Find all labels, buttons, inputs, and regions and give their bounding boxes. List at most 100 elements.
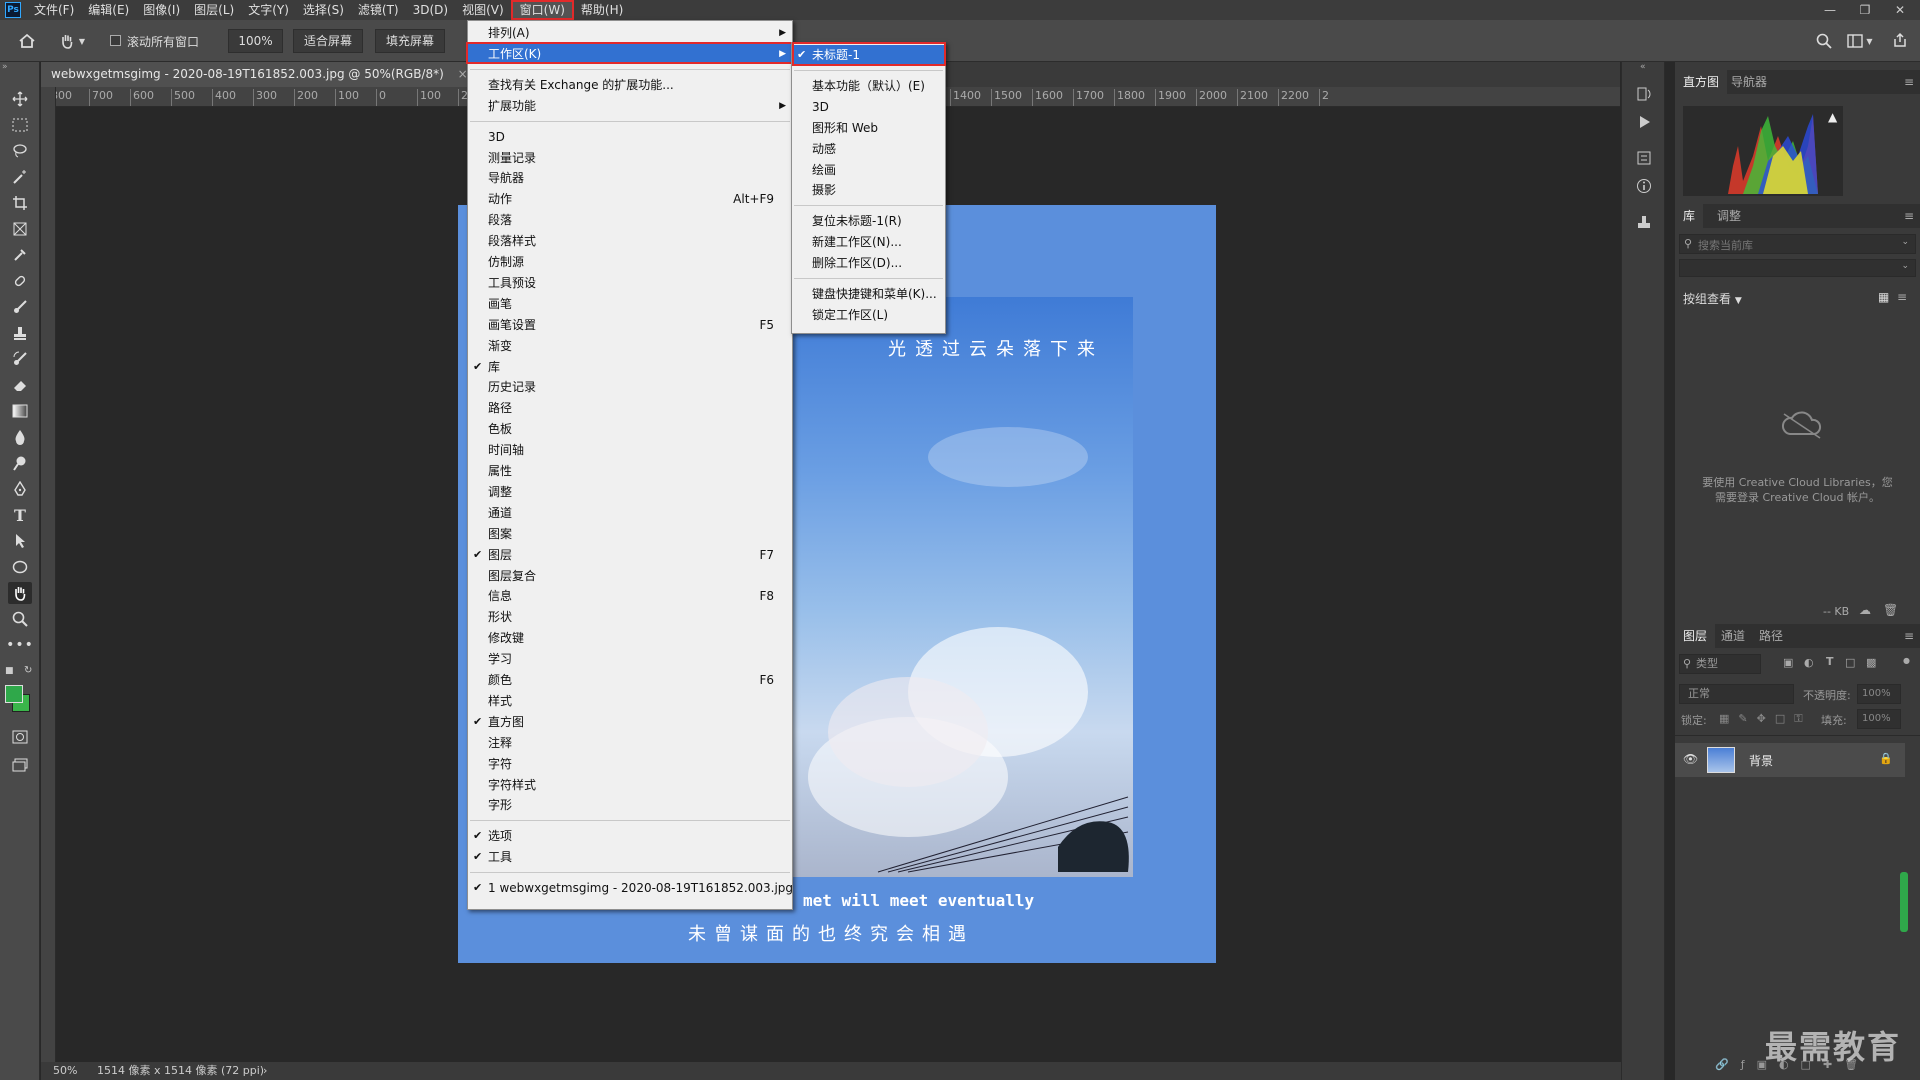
library-search-box[interactable]: ⚲ 搜索当前库 ⌄ [1679, 234, 1916, 254]
workspace-menu-item[interactable]: 摄影 [792, 180, 945, 200]
window-menu-item[interactable]: 修改键 [468, 628, 792, 648]
menu-5[interactable]: 选择(S) [296, 0, 351, 20]
move-tool-icon[interactable] [8, 88, 32, 110]
tab-histogram[interactable]: 直方图 [1675, 70, 1728, 94]
window-menu-item[interactable]: 查找有关 Exchange 的扩展功能... [468, 75, 792, 95]
window-menu-item[interactable]: 图案 [468, 524, 792, 544]
window-menu-item[interactable]: 路径 [468, 398, 792, 418]
window-menu-item[interactable]: 字符 [468, 754, 792, 774]
clone-stamp-tool-icon[interactable] [8, 322, 32, 344]
lasso-tool-icon[interactable] [8, 140, 32, 162]
window-menu-item[interactable]: ✔ 库 [468, 357, 792, 377]
collapse-icon[interactable]: » [2, 62, 8, 72]
window-menu-item[interactable]: 字符样式 [468, 775, 792, 795]
fill-input[interactable]: 100% [1857, 709, 1901, 729]
workspace-menu-item[interactable]: 3D [792, 97, 945, 117]
window-menu-item[interactable]: 段落样式 [468, 231, 792, 251]
share-icon[interactable] [1890, 31, 1910, 49]
fit-screen-button[interactable]: 适合屏幕 [293, 29, 363, 53]
window-menu-item[interactable]: 排列(A) ▶ [468, 23, 792, 43]
layer-visibility-eye-icon[interactable]: 👁 [1683, 752, 1698, 766]
menu-2[interactable]: 图像(I) [136, 0, 187, 20]
window-menu-item[interactable]: ✔ 选项 [468, 826, 792, 846]
foreground-color-swatch[interactable] [5, 685, 23, 703]
window-menu-item[interactable]: 图层复合 [468, 566, 792, 586]
cloud-sync-icon[interactable]: ☁ [1859, 603, 1871, 617]
window-menu-item[interactable]: 仿制源 [468, 252, 792, 272]
window-menu-item[interactable]: 色板 [468, 419, 792, 439]
menu-9[interactable]: 窗口(W) [510, 0, 574, 20]
search-icon[interactable] [1814, 32, 1834, 50]
tab-channels[interactable]: 通道 [1713, 624, 1753, 648]
menu-0[interactable]: 文件(F) [27, 0, 81, 20]
window-menu-item[interactable]: 信息 F8 [468, 586, 792, 606]
window-menu-item[interactable]: 注释 [468, 733, 792, 753]
view-by-dropdown[interactable]: 按组查看 ▼ [1683, 290, 1742, 307]
workspace-menu-item[interactable]: 新建工作区(N)... [792, 232, 945, 252]
layer-filter-select[interactable]: ⚲ 类型 [1679, 654, 1761, 674]
healing-brush-tool-icon[interactable] [8, 270, 32, 292]
window-menu-item[interactable]: ✔ 1 webwxgetmsgimg - 2020-08-19T161852.00… [468, 878, 793, 898]
default-colors-icon[interactable]: ■ [5, 666, 14, 676]
restore-icon[interactable]: ❐ [1850, 0, 1880, 20]
window-menu-item[interactable]: 形状 [468, 607, 792, 627]
filter-toggle-icon[interactable]: ● [1903, 656, 1910, 665]
learn-panel-icon[interactable] [1634, 212, 1654, 232]
blur-tool-icon[interactable] [8, 426, 32, 448]
blend-mode-select[interactable]: 正常 [1679, 684, 1794, 704]
collapse-panels-icon[interactable]: « [1640, 62, 1646, 72]
workspace-menu-item[interactable]: 复位未标题-1(R) [792, 211, 945, 231]
workspace-menu-item[interactable]: 键盘快捷键和菜单(K)... [792, 284, 945, 304]
hand-tool-selected-icon[interactable] [8, 582, 32, 604]
path-selection-tool-icon[interactable] [8, 530, 32, 552]
window-menu-item[interactable]: 历史记录 [468, 377, 792, 397]
panel-menu-icon[interactable]: ≡ [1904, 70, 1914, 94]
tab-library[interactable]: 库 [1675, 204, 1704, 228]
window-menu-item[interactable]: 属性 [468, 461, 792, 481]
frame-tool-icon[interactable] [8, 218, 32, 240]
window-menu-item[interactable]: ✔ 工具 [468, 847, 792, 867]
magic-wand-tool-icon[interactable] [8, 166, 32, 188]
library-menu-icon[interactable]: ≡ [1904, 204, 1914, 228]
menu-6[interactable]: 滤镜(T) [351, 0, 406, 20]
workspace-menu-item[interactable]: 动感 [792, 139, 945, 159]
fill-screen-button[interactable]: 填充屏幕 [375, 29, 445, 53]
window-menu-item[interactable]: 调整 [468, 482, 792, 502]
window-menu-item[interactable]: 画笔 [468, 294, 792, 314]
marquee-tool-icon[interactable] [8, 114, 32, 136]
workspace-menu-item[interactable]: 锁定工作区(L) [792, 305, 945, 325]
menu-1[interactable]: 编辑(E) [81, 0, 136, 20]
eraser-tool-icon[interactable] [8, 374, 32, 396]
pen-tool-icon[interactable] [8, 478, 32, 500]
properties-panel-icon[interactable] [1634, 148, 1654, 168]
tab-layers[interactable]: 图层 [1675, 624, 1716, 648]
window-menu-item[interactable]: 画笔设置 F5 [468, 315, 792, 335]
window-menu-item[interactable]: 扩展功能 ▶ [468, 96, 792, 116]
swap-colors-icon[interactable]: ↻ [24, 665, 32, 676]
layers-menu-icon[interactable]: ≡ [1904, 624, 1914, 648]
filter-type-icon[interactable]: T [1826, 655, 1834, 668]
minimize-icon[interactable]: — [1815, 0, 1845, 20]
layer-row-background[interactable]: 👁 背景 🔒 [1675, 743, 1905, 777]
layer-lock-icon[interactable]: 🔒 [1879, 752, 1893, 765]
window-menu-item[interactable]: 导航器 [468, 168, 792, 188]
window-menu-item[interactable]: 颜色 F6 [468, 670, 792, 690]
screen-mode-icon[interactable] [8, 754, 32, 776]
gradient-tool-icon[interactable] [8, 400, 32, 422]
actions-panel-icon[interactable] [1634, 112, 1654, 132]
workspace-menu-item[interactable]: ✔ 未标题-1 [792, 45, 945, 65]
zoom-tool-icon[interactable] [8, 608, 32, 630]
list-view-icon[interactable]: ≡ [1897, 290, 1907, 304]
filter-shape-icon[interactable]: □ [1845, 656, 1855, 669]
history-panel-icon[interactable] [1634, 84, 1654, 104]
window-menu-item[interactable]: 3D [468, 127, 792, 147]
panel-scrollbar[interactable] [1900, 872, 1908, 932]
window-menu-item[interactable]: ✔ 直方图 [468, 712, 792, 732]
brush-tool-icon[interactable] [8, 296, 32, 318]
menu-7[interactable]: 3D(D) [406, 0, 455, 20]
window-menu-item[interactable]: 字形 [468, 795, 792, 815]
close-icon[interactable]: ✕ [1885, 0, 1915, 20]
workspace-menu-item[interactable]: 基本功能（默认）(E) [792, 76, 945, 96]
library-select[interactable]: ⌄ [1679, 259, 1916, 277]
grid-view-icon[interactable]: ▦ [1878, 290, 1889, 304]
